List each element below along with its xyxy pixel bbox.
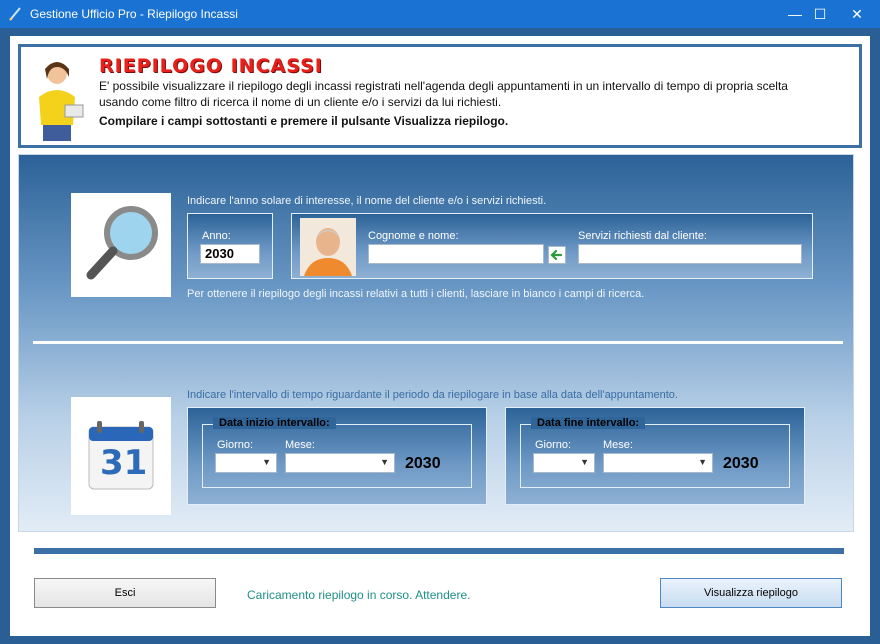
cliente-input[interactable] — [368, 244, 544, 264]
end-year: 2030 — [723, 455, 759, 472]
end-giorno-select[interactable]: ▼ — [533, 453, 595, 473]
header-title: RIEPILOGO INCASSI — [99, 55, 323, 77]
servizi-label: Servizi richiesti dal cliente: — [578, 230, 707, 242]
status-message: Caricamento riepilogo in corso. Attender… — [247, 588, 471, 602]
start-giorno-select[interactable]: ▼ — [215, 453, 277, 473]
end-interval-group: Data fine intervallo: Giorno: Mese: ▼ ▼ … — [505, 407, 805, 505]
view-summary-button[interactable]: Visualizza riepilogo — [660, 578, 842, 608]
start-mese-select[interactable]: ▼ — [285, 453, 395, 473]
calendar-image-box: 31 — [71, 397, 171, 515]
start-interval-fieldset: Data inizio intervallo: Giorno: Mese: ▼ … — [202, 417, 472, 488]
end-interval-fieldset: Data fine intervallo: Giorno: Mese: ▼ ▼ … — [520, 417, 790, 488]
start-interval-group: Data inizio intervallo: Giorno: Mese: ▼ … — [187, 407, 487, 505]
search-intro: Indicare l'anno solare di interesse, il … — [187, 195, 547, 207]
servizi-input[interactable] — [578, 244, 802, 264]
footer-divider — [34, 548, 844, 554]
arrow-left-icon — [550, 249, 563, 261]
main-panel: Indicare l'anno solare di interesse, il … — [18, 154, 854, 532]
calendar-day: 31 — [100, 443, 148, 483]
window-title: Gestione Ufficio Pro - Riepilogo Incassi — [30, 7, 238, 21]
end-interval-legend: Data fine intervallo: — [531, 417, 646, 429]
header-panel: RIEPILOGO INCASSI E' possibile visualizz… — [18, 44, 862, 148]
interval-intro: Indicare l'intervallo di tempo riguardan… — [187, 389, 678, 401]
start-giorno-label: Giorno: — [217, 439, 254, 451]
search-hint: Per ottenere il riepilogo degli incassi … — [187, 288, 645, 300]
search-image-box — [71, 193, 171, 297]
cliente-label: Cognome e nome: — [368, 230, 459, 242]
app-pen-icon — [9, 7, 21, 21]
end-mese-select[interactable]: ▼ — [603, 453, 713, 473]
window-frame: RIEPILOGO INCASSI E' possibile visualizz… — [0, 28, 880, 644]
chevron-down-icon: ▼ — [698, 457, 707, 467]
client-group: Cognome e nome: Servizi richiesti dal cl… — [291, 213, 813, 279]
chevron-down-icon: ▼ — [380, 457, 389, 467]
select-client-button[interactable] — [548, 246, 566, 264]
exit-button[interactable]: Esci — [34, 578, 216, 608]
content-area: RIEPILOGO INCASSI E' possibile visualizz… — [10, 36, 870, 636]
client-avatar — [300, 218, 356, 276]
section-separator — [33, 341, 843, 344]
header-description: E' possibile visualizzare il riepilogo d… — [99, 79, 788, 109]
anno-label: Anno: — [202, 230, 231, 242]
header-instruction: Compilare i campi sottostanti e premere … — [99, 114, 509, 128]
chevron-down-icon: ▼ — [580, 457, 589, 467]
start-year: 2030 — [405, 455, 441, 472]
anno-input[interactable]: 2030 — [200, 244, 260, 264]
close-button[interactable]: ✕ — [834, 0, 880, 28]
title-bar: Gestione Ufficio Pro - Riepilogo Incassi… — [0, 0, 880, 28]
end-mese-label: Mese: — [603, 439, 633, 451]
start-interval-legend: Data inizio intervallo: — [213, 417, 336, 429]
chevron-down-icon: ▼ — [262, 457, 271, 467]
start-mese-label: Mese: — [285, 439, 315, 451]
student-girl-icon — [39, 62, 84, 141]
anno-group: Anno: 2030 — [187, 213, 273, 279]
end-giorno-label: Giorno: — [535, 439, 572, 451]
magnifier-icon — [86, 206, 158, 280]
